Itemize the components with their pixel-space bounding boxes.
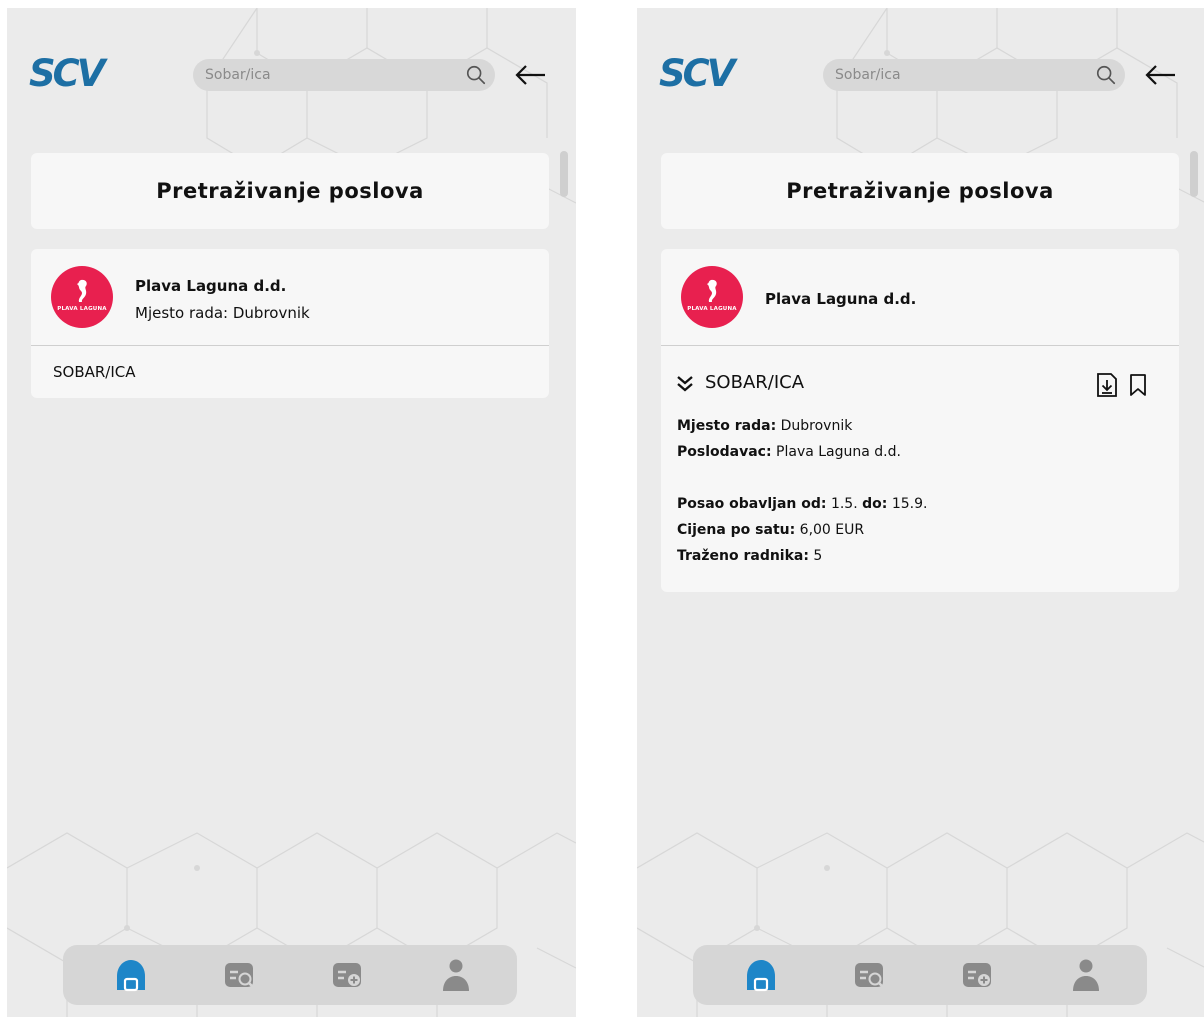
detail-label: Traženo radnika: [677,548,809,564]
detail-location: Mjesto rada: Dubrovnik [677,418,852,434]
job-card[interactable]: PLAVA LAGUNA Plava Laguna d.d. Mjesto ra… [31,249,549,398]
seahorse-icon [707,279,717,302]
search-input[interactable]: Sobar/ica [205,67,271,83]
phone-screen-list: SCV Sobar/ica Pretraživanje poslova PLAV… [7,8,576,1017]
search-icon[interactable] [1095,64,1117,86]
bookmark-icon[interactable] [1127,372,1149,398]
job-location: Mjesto rada: Dubrovnik [135,304,310,322]
seahorse-icon [77,279,87,302]
home-icon[interactable] [113,957,149,993]
detail-value-to: 15.9. [891,496,928,512]
company-row[interactable]: PLAVA LAGUNA Plava Laguna d.d. [661,249,1179,346]
detail-value: 5 [813,548,823,564]
detail-value: 6,00 EUR [799,522,865,538]
company-logo-text: PLAVA LAGUNA [57,306,107,312]
job-detail: SOBAR/ICA Mjesto rada: Dubrovnik Posloda… [661,346,1179,592]
job-card-expanded[interactable]: PLAVA LAGUNA Plava Laguna d.d. SOBAR/ICA… [661,249,1179,592]
scrollbar[interactable] [560,151,568,197]
job-search-icon[interactable] [852,957,888,993]
company-name: Plava Laguna d.d. [135,277,287,295]
search-bar[interactable]: Sobar/ica [823,59,1125,91]
company-logo: PLAVA LAGUNA [51,266,113,328]
job-title[interactable]: SOBAR/ICA [31,346,549,398]
page-title: Pretraživanje poslova [786,179,1054,203]
bottom-navigation [63,945,517,1005]
logo-text: SCV [29,52,105,95]
detail-hourly-rate: Cijena po satu: 6,00 EUR [677,522,864,538]
detail-label: Posao obavljan od: [677,496,827,512]
detail-employer: Poslodavac: Plava Laguna d.d. [677,444,901,460]
download-document-icon[interactable] [1095,372,1119,398]
job-add-icon[interactable] [330,957,366,993]
scv-logo[interactable]: SCV [29,52,105,95]
page-title-card: Pretraživanje poslova [661,153,1179,229]
scv-logo[interactable]: SCV [659,52,735,95]
logo-text: SCV [659,52,735,95]
back-arrow-icon[interactable] [513,63,547,87]
detail-value: Dubrovnik [780,418,853,434]
page-title: Pretraživanje poslova [156,179,424,203]
company-logo-text: PLAVA LAGUNA [687,306,737,312]
detail-label: Cijena po satu: [677,522,796,538]
detail-workers-needed: Traženo radnika: 5 [677,548,822,564]
scrollbar[interactable] [1190,151,1198,197]
profile-icon[interactable] [438,957,474,993]
company-row[interactable]: PLAVA LAGUNA Plava Laguna d.d. Mjesto ra… [31,249,549,346]
company-name: Plava Laguna d.d. [765,290,917,308]
double-chevron-down-icon[interactable] [675,374,695,394]
detail-period: Posao obavljan od: 1.5. do: 15.9. [677,496,927,512]
job-add-icon[interactable] [960,957,996,993]
company-logo: PLAVA LAGUNA [681,266,743,328]
search-input[interactable]: Sobar/ica [835,67,901,83]
detail-label-to: do: [862,496,888,512]
job-title[interactable]: SOBAR/ICA [705,372,804,393]
phone-screen-detail: SCV Sobar/ica Pretraživanje poslova PLAV… [637,8,1204,1017]
detail-label: Mjesto rada: [677,418,777,434]
job-search-icon[interactable] [222,957,258,993]
bottom-navigation [693,945,1147,1005]
detail-value: 1.5. [830,496,858,512]
search-bar[interactable]: Sobar/ica [193,59,495,91]
profile-icon[interactable] [1068,957,1104,993]
page-title-card: Pretraživanje poslova [31,153,549,229]
detail-label: Poslodavac: [677,444,772,460]
back-arrow-icon[interactable] [1143,63,1177,87]
home-icon[interactable] [743,957,779,993]
search-icon[interactable] [465,64,487,86]
detail-value: Plava Laguna d.d. [776,444,901,460]
